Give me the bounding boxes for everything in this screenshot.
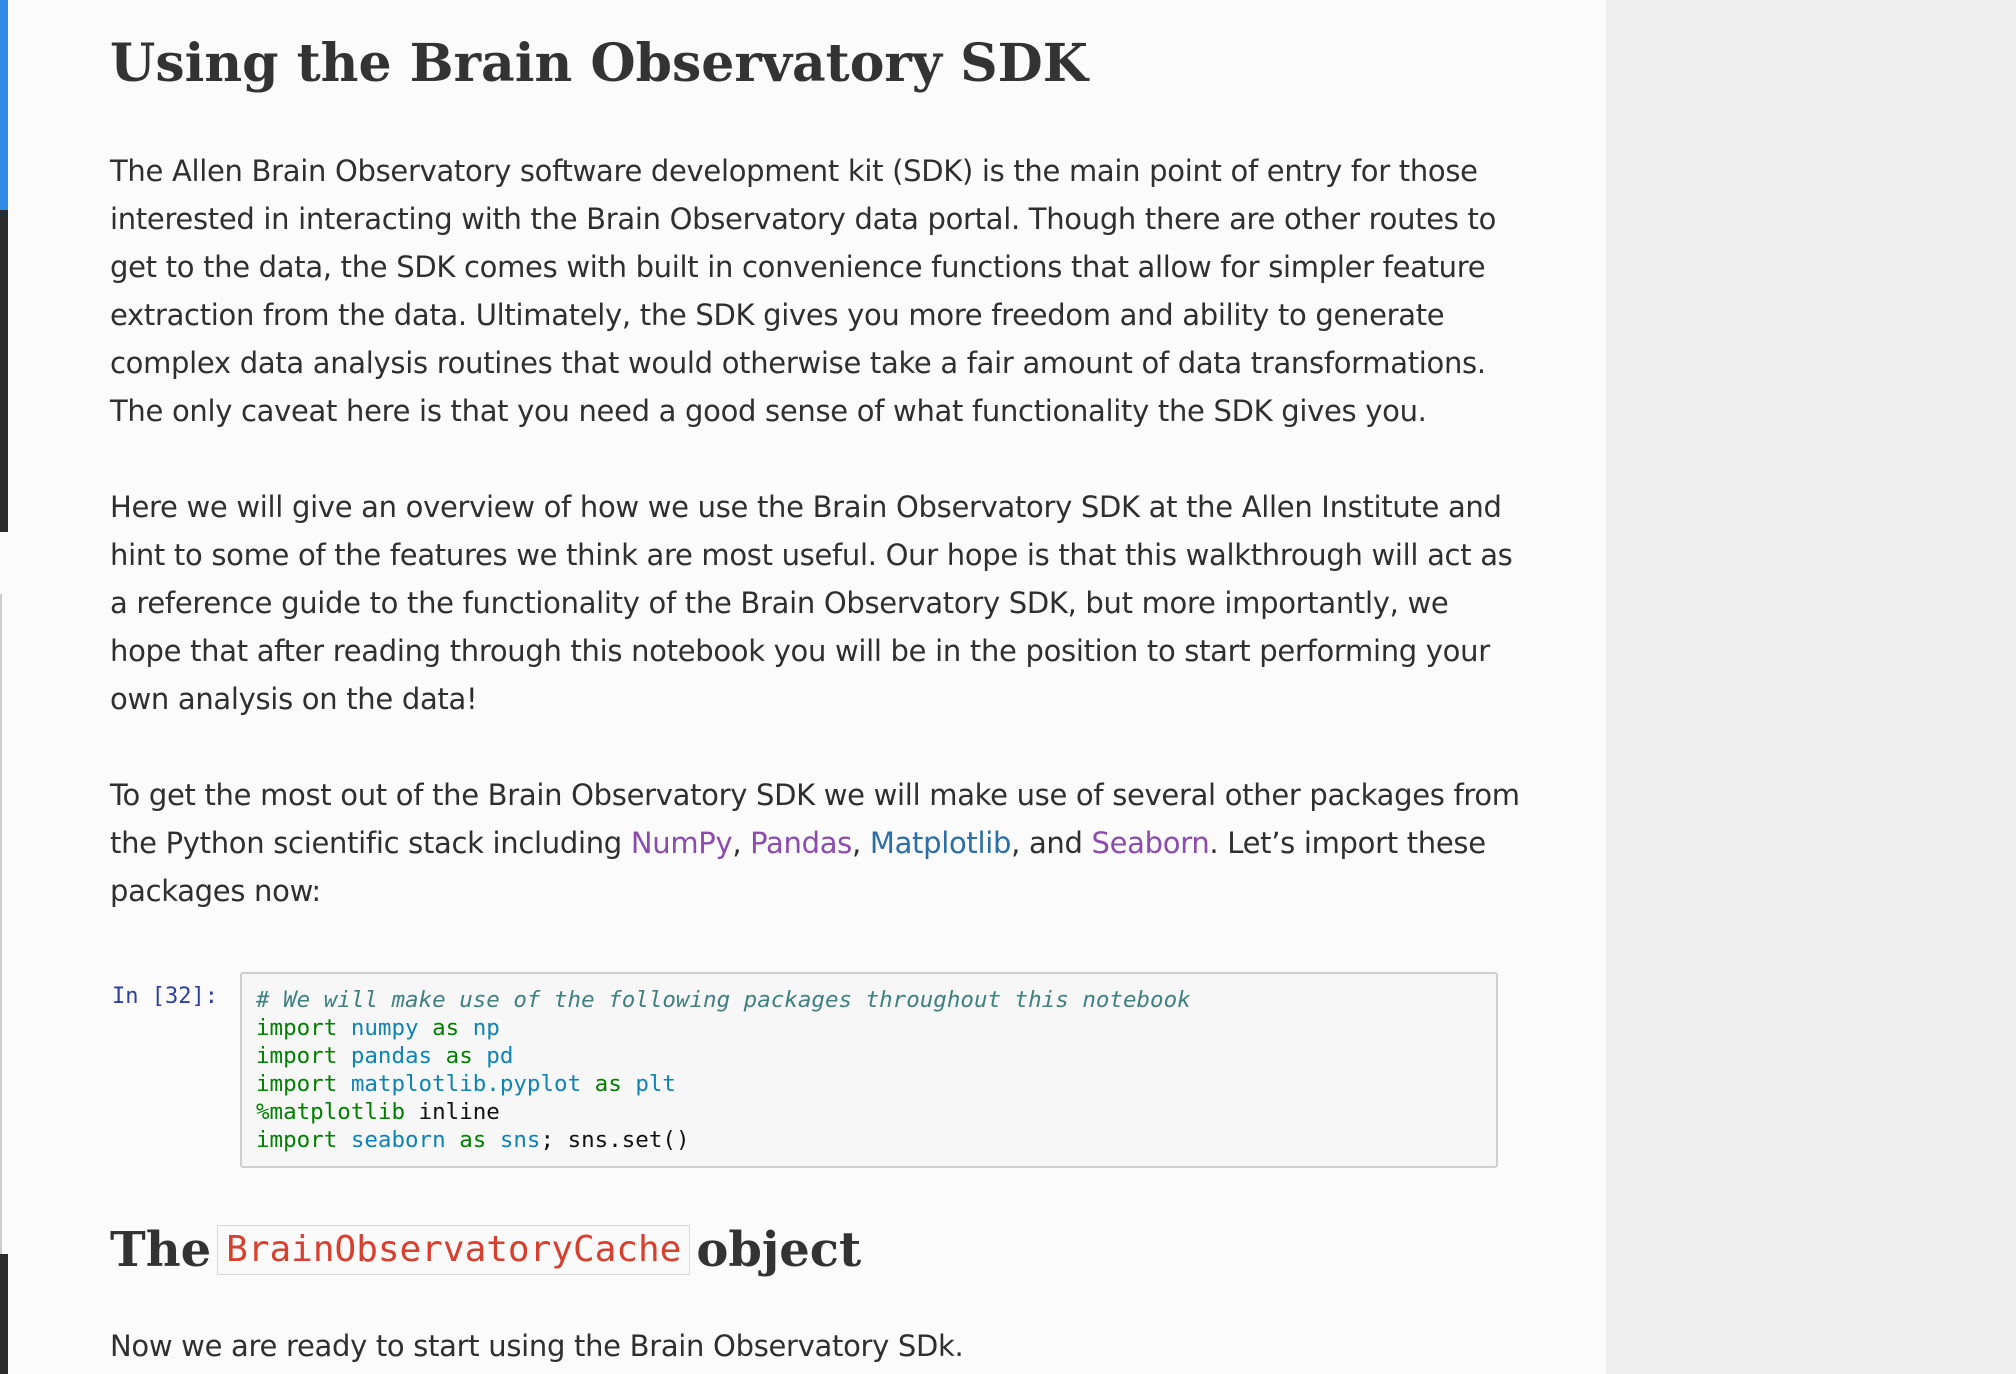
code-keyword: as (445, 1043, 473, 1069)
text-line: packages now: (110, 874, 321, 908)
inline-code: BrainObservatoryCache (217, 1224, 691, 1275)
text-line: interested in interacting with the Brain… (110, 202, 1497, 236)
notebook-page: Using the Brain Observatory SDK The Alle… (0, 0, 2016, 1374)
numpy-link[interactable]: NumPy (631, 826, 733, 860)
cell-indicator (0, 1254, 8, 1374)
code-alias: np (472, 1015, 500, 1041)
code-keyword: as (432, 1015, 460, 1041)
code-line: # We will make use of the following pack… (256, 986, 1482, 1014)
page-title: Using the Brain Observatory SDK (110, 33, 1088, 94)
pandas-link[interactable]: Pandas (750, 826, 852, 860)
cell-indicator (0, 210, 8, 532)
code-line: import matplotlib.pyplot as plt (256, 1070, 1482, 1098)
text-line: To get the most out of the Brain Observa… (110, 778, 1520, 812)
text-line: extraction from the data. Ultimately, th… (110, 298, 1445, 332)
text-fragment: , (732, 826, 751, 860)
code-keyword: as (594, 1071, 622, 1097)
text-line: Here we will give an overview of how we … (110, 490, 1502, 524)
text-line: get to the data, the SDK comes with buil… (110, 250, 1486, 284)
input-prompt: In [32]: (112, 984, 218, 1009)
text-fragment: , and (1011, 826, 1092, 860)
code-alias: sns (499, 1127, 541, 1153)
code-module: numpy (350, 1015, 419, 1041)
code-alias: pd (486, 1043, 514, 1069)
code-module: seaborn (350, 1127, 446, 1153)
code-line: %matplotlib inline (256, 1098, 1482, 1126)
code-line: import numpy as np (256, 1014, 1482, 1042)
text-fragment: , (852, 826, 870, 860)
section-heading-suffix: object (696, 1222, 862, 1278)
text-line: complex data analysis routines that woul… (110, 346, 1486, 380)
code-alias: plt (635, 1071, 676, 1097)
text-line: own analysis on the data! (110, 682, 478, 716)
text-line: hint to some of the features we think ar… (110, 538, 1513, 572)
notebook-panel: Using the Brain Observatory SDK The Alle… (0, 0, 1606, 1374)
code-keyword: as (459, 1127, 487, 1153)
ready-paragraph: Now we are ready to start using the Brai… (110, 1322, 964, 1370)
code-keyword: import (256, 1127, 338, 1153)
overview-paragraph: Here we will give an overview of how we … (110, 483, 1513, 723)
code-keyword: import (256, 1043, 338, 1069)
text-line: Now we are ready to start using the Brai… (110, 1329, 964, 1363)
code-line: import seaborn as sns; sns.set() (256, 1126, 1482, 1154)
text-fragment: the Python scientific stack including (110, 826, 631, 860)
text-line: The Allen Brain Observatory software dev… (110, 154, 1478, 188)
code-keyword: import (256, 1071, 338, 1097)
text-line: the Python scientific stack including Nu… (110, 819, 1520, 867)
text-line: hope that after reading through this not… (110, 634, 1490, 668)
text-line: The only caveat here is that you need a … (110, 394, 1427, 428)
section-heading-prefix: The (110, 1222, 212, 1278)
text-fragment: . Let’s import these (1209, 826, 1486, 860)
right-gutter (1606, 0, 2016, 1374)
packages-paragraph: To get the most out of the Brain Observa… (110, 771, 1520, 915)
code-text: ; sns.set() (540, 1127, 690, 1153)
code-cell[interactable]: In [32]: # We will make use of the follo… (110, 972, 1500, 1172)
code-keyword: import (256, 1015, 338, 1041)
code-line: import pandas as pd (256, 1042, 1482, 1070)
code-text: inline (405, 1099, 500, 1125)
cell-indicator (0, 594, 2, 1254)
code-module: pandas (350, 1043, 433, 1069)
code-comment: # We will make use of the following pack… (256, 987, 1191, 1013)
seaborn-link[interactable]: Seaborn (1092, 826, 1210, 860)
intro-paragraph: The Allen Brain Observatory software dev… (110, 147, 1496, 435)
section-heading: The BrainObservatoryCache object (110, 1218, 861, 1282)
code-editor[interactable]: # We will make use of the following pack… (240, 972, 1498, 1168)
matplotlib-link[interactable]: Matplotlib (870, 826, 1012, 860)
code-module: matplotlib.pyplot (350, 1071, 582, 1097)
text-line: a reference guide to the functionality o… (110, 586, 1449, 620)
selected-cell-indicator (0, 0, 8, 210)
code-magic: %matplotlib (256, 1099, 406, 1125)
